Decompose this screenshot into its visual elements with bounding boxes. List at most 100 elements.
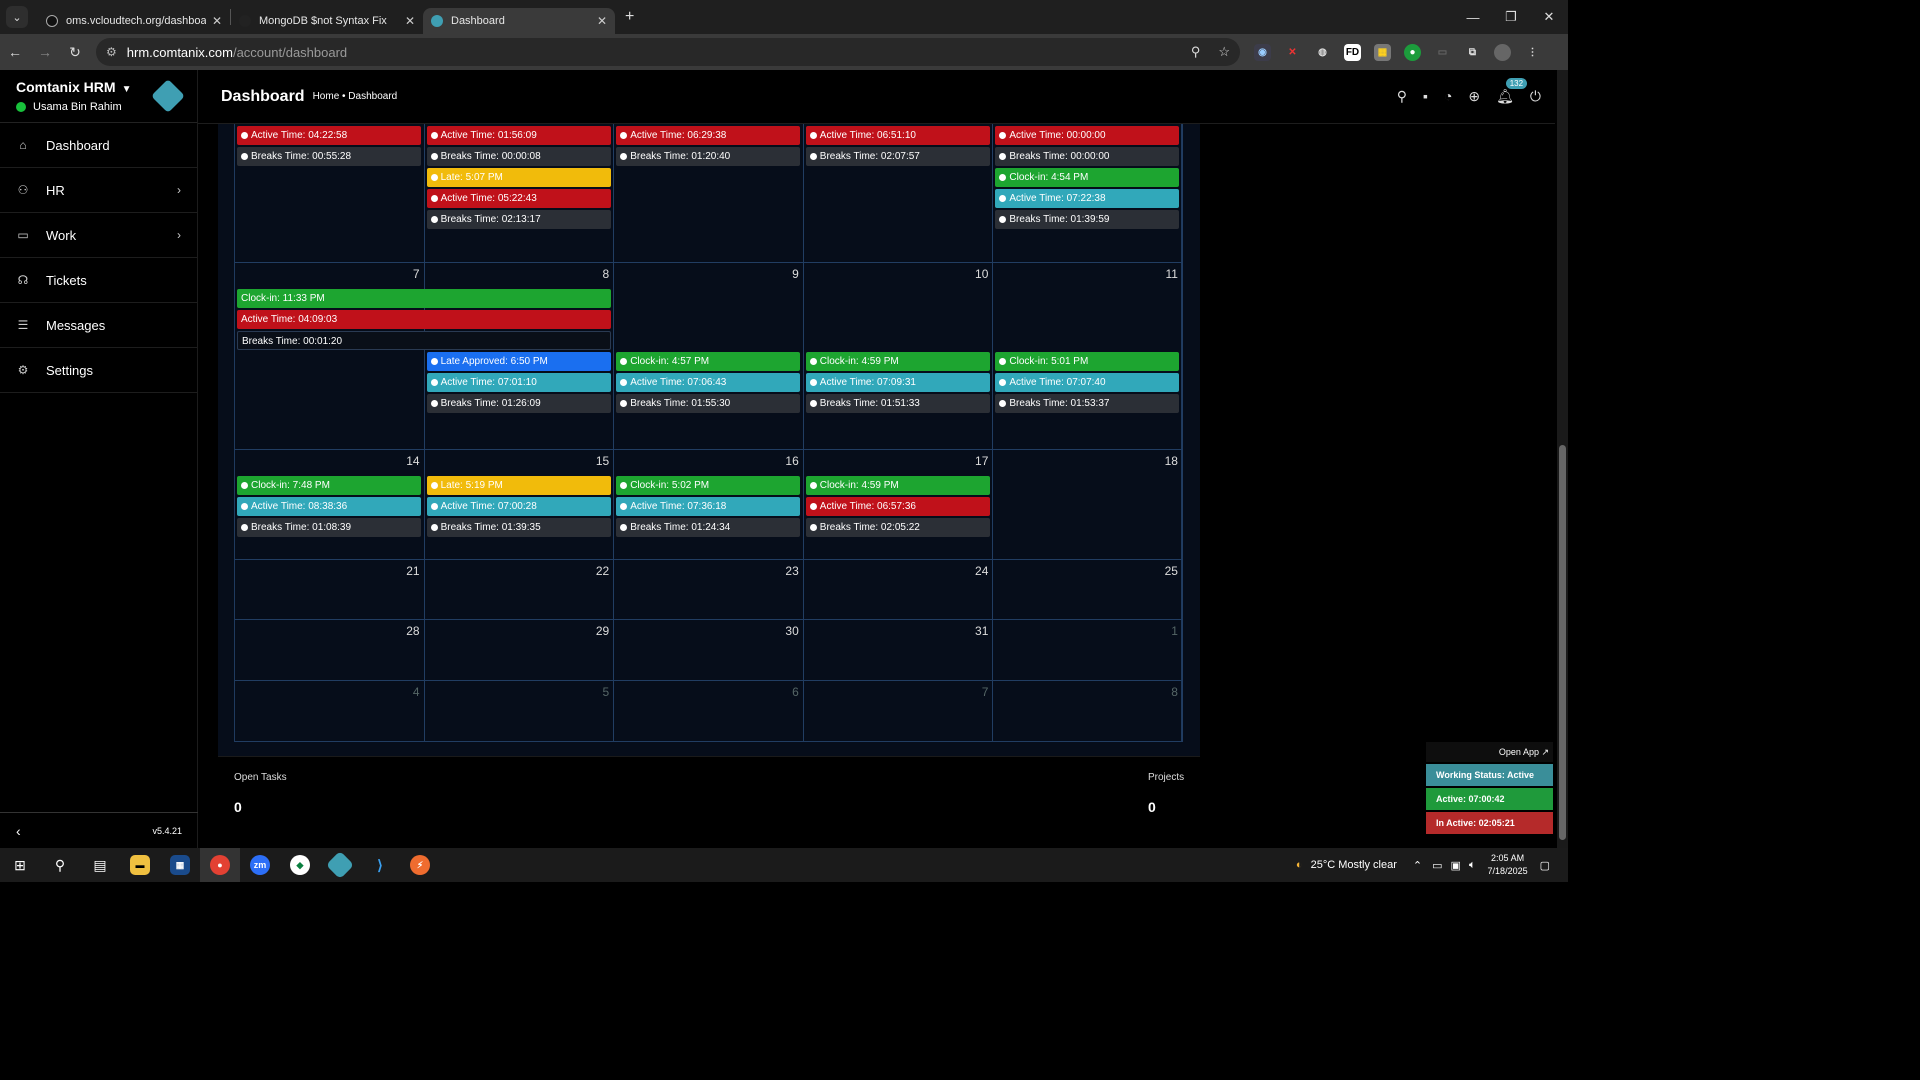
calendar-day-cell[interactable]: 24 [803, 560, 994, 620]
calendar-event[interactable]: Breaks Time: 00:55:28 [237, 147, 421, 166]
calendar-event[interactable]: Breaks Time: 01:24:34 [616, 518, 801, 537]
calendar-day-cell[interactable]: 5 [424, 681, 615, 742]
calendar-day-cell[interactable]: 11 Clock-in: 5:01 PM Active Time: 07:07:40… [993, 263, 1183, 450]
back-icon[interactable]: ← [0, 44, 30, 60]
chevron-down-icon[interactable]: ▼ [122, 84, 132, 95]
calendar-event[interactable]: Breaks Time: 01:20:40 [616, 147, 801, 166]
comtanix-app-icon[interactable] [320, 848, 360, 882]
calendar-day-cell[interactable]: 28 [235, 620, 425, 681]
profile-avatar-icon[interactable] [1494, 43, 1511, 61]
calendar-day-cell[interactable]: 29 [424, 620, 615, 681]
calendar-day-cell[interactable]: 8 [993, 681, 1183, 742]
calendar-event[interactable]: Breaks Time: 01:39:59 [995, 210, 1180, 229]
calendar-event[interactable]: Clock-in: 4:59 PM [805, 476, 990, 495]
network-icon[interactable]: ▣ [1451, 859, 1461, 872]
calendar-event[interactable]: Active Time: 04:22:58 [237, 126, 421, 145]
calendar-event[interactable]: Breaks Time: 01:53:37 [995, 394, 1180, 413]
add-icon[interactable]: ⊕ [1468, 88, 1480, 105]
calendar-event[interactable]: Active Time: 07:06:43 [616, 373, 801, 392]
extension-green-icon[interactable]: ● [1404, 43, 1421, 61]
calendar-day-cell[interactable]: 21 [235, 560, 425, 620]
calendar-event[interactable]: Active Time: 06:51:10 [805, 126, 990, 145]
restore-icon[interactable]: ❐ [1492, 0, 1530, 34]
weather-text[interactable]: 25°C Mostly clear [1311, 859, 1397, 871]
calendar-event[interactable]: Active Time: 07:22:38 [995, 189, 1180, 208]
calendar-event[interactable]: Active Time: 00:00:00 [995, 126, 1180, 145]
calendar-event[interactable]: Clock-in: 4:54 PM [995, 168, 1180, 187]
calendar-event[interactable]: Breaks Time: 02:13:17 [426, 210, 611, 229]
task-view-icon[interactable]: ▤ [80, 848, 120, 882]
address-bar[interactable]: ⚙ hrm.comtanix.com/account/dashboard ⚲ ☆ [96, 38, 1240, 66]
calendar-event[interactable]: Clock-in: 7:48 PM [237, 476, 421, 495]
clock-icon[interactable]: ◔ [1444, 88, 1452, 105]
bell-icon[interactable]: 🔔︎ [1496, 88, 1514, 105]
calendar-event[interactable]: Breaks Time: 01:08:39 [237, 518, 421, 537]
calendar-day-cell[interactable]: 6 [614, 681, 804, 742]
calendar-event[interactable]: Active Time: 06:57:36 [805, 497, 990, 516]
extension-glasses-icon[interactable]: ◉ [1254, 43, 1271, 61]
location-icon[interactable]: ⚲ [1191, 44, 1201, 60]
calendar-event[interactable]: Breaks Time: 00:00:00 [995, 147, 1180, 166]
calendar-event[interactable]: Active Time: 06:29:38 [616, 126, 801, 145]
calendar-spanning-event[interactable]: Breaks Time: 00:01:20 [237, 331, 612, 350]
battery-icon[interactable]: ▭ [1432, 859, 1442, 872]
sidebar-item-messages[interactable]: ☰ Messages [0, 303, 197, 348]
sidebar-item-settings[interactable]: ⚙ Settings [0, 348, 197, 393]
calendar-event[interactable]: Clock-in: 5:01 PM [995, 352, 1180, 371]
page-scrollbar[interactable] [1557, 70, 1568, 848]
calendar-day-cell[interactable]: 10 Clock-in: 4:59 PM Active Time: 07:09:31… [803, 263, 994, 450]
browser-tab-mongodb[interactable]: MongoDB $not Syntax Fix ✕ [231, 8, 423, 34]
chrome-icon[interactable]: ● [200, 848, 240, 882]
calendar-event[interactable]: Late: 5:19 PM [426, 476, 611, 495]
collapse-sidebar-icon[interactable]: ‹ [16, 823, 21, 839]
calendar-event[interactable]: Breaks Time: 02:07:57 [805, 147, 990, 166]
brand-block[interactable]: Comtanix HRM ▼ Usama Bin Rahim [0, 70, 197, 123]
calendar-day-cell[interactable]: 31 [803, 620, 994, 681]
search-icon[interactable]: ⚲ [1397, 88, 1407, 105]
calendar-event[interactable]: Clock-in: 4:57 PM [616, 352, 801, 371]
file-explorer-icon[interactable]: ▬ [120, 848, 160, 882]
extension-tiles-icon[interactable]: ▦ [1374, 43, 1391, 61]
reload-icon[interactable]: ↻ [60, 44, 90, 61]
mongodb-compass-icon[interactable]: ◆ [280, 848, 320, 882]
calendar-event[interactable]: Active Time: 07:09:31 [805, 373, 990, 392]
calendar-day-cell[interactable]: 1 [993, 620, 1183, 681]
power-icon[interactable]: ⏻ [1530, 88, 1541, 105]
new-tab-icon[interactable]: + [625, 8, 634, 26]
calendar-day-cell[interactable]: 17 Clock-in: 4:59 PM Active Time: 06:57:36… [803, 450, 994, 560]
close-window-icon[interactable]: ✕ [1530, 0, 1568, 34]
calendar-day-cell[interactable]: 23 [614, 560, 804, 620]
calendar-spanning-event[interactable]: Active Time: 04:09:03 [237, 310, 612, 329]
postman-icon[interactable]: ⚡︎ [400, 848, 440, 882]
calendar-day-cell[interactable]: 15 Late: 5:19 PM Active Time: 07:00:28 Brea… [424, 450, 615, 560]
calendar-day-cell[interactable]: Active Time: 01:56:09 Breaks Time: 00:00:… [424, 124, 615, 263]
calendar-day-cell[interactable]: 22 [424, 560, 615, 620]
zoom-icon[interactable]: zm [240, 848, 280, 882]
calendar-event[interactable]: Active Time: 07:07:40 [995, 373, 1180, 392]
calendar-event[interactable]: Clock-in: 5:02 PM [616, 476, 801, 495]
calendar-event[interactable]: Clock-in: 4:59 PM [805, 352, 990, 371]
calendar-event[interactable]: Active Time: 01:56:09 [426, 126, 611, 145]
volume-muted-icon[interactable]: 🔈︎ [1469, 859, 1476, 872]
tray-chevron-up-icon[interactable]: ⌃ [1413, 859, 1422, 872]
taskbar-clock[interactable]: 2:05 AM 7/18/2025 [1488, 852, 1528, 878]
calendar-day-cell[interactable]: 30 [614, 620, 804, 681]
calendar-day-cell[interactable]: Active Time: 06:51:10 Breaks Time: 02:07:… [803, 124, 994, 263]
calendar-event[interactable]: Late: 5:07 PM [426, 168, 611, 187]
site-info-icon[interactable]: ⚙ [106, 45, 117, 59]
calendar-event[interactable]: Late Approved: 6:50 PM [426, 352, 611, 371]
calendar-day-cell[interactable]: 9 Clock-in: 4:57 PM Active Time: 07:06:43 B… [614, 263, 804, 450]
calendar-event[interactable]: Breaks Time: 01:55:30 [616, 394, 801, 413]
calendar-event[interactable]: Active Time: 07:01:10 [426, 373, 611, 392]
calendar-event[interactable]: Active Time: 07:00:28 [426, 497, 611, 516]
calendar-day-cell[interactable]: 16 Clock-in: 5:02 PM Active Time: 07:36:18… [614, 450, 804, 560]
calendar-event[interactable]: Breaks Time: 01:51:33 [805, 394, 990, 413]
calendar-day-cell[interactable]: 18 [993, 450, 1183, 560]
bookmark-star-icon[interactable]: ☆ [1218, 44, 1230, 60]
calendar-day-cell[interactable]: 14 Clock-in: 7:48 PM Active Time: 08:38:36… [235, 450, 425, 560]
calendar-day-cell[interactable]: 25 [993, 560, 1183, 620]
tab-search-button[interactable]: ⌄ [6, 6, 28, 28]
chat-icon[interactable]: ▪ [1423, 88, 1428, 105]
notifications-icon[interactable]: ▢ [1540, 859, 1550, 872]
browser-tab-dashboard[interactable]: Dashboard ✕ [423, 8, 615, 34]
